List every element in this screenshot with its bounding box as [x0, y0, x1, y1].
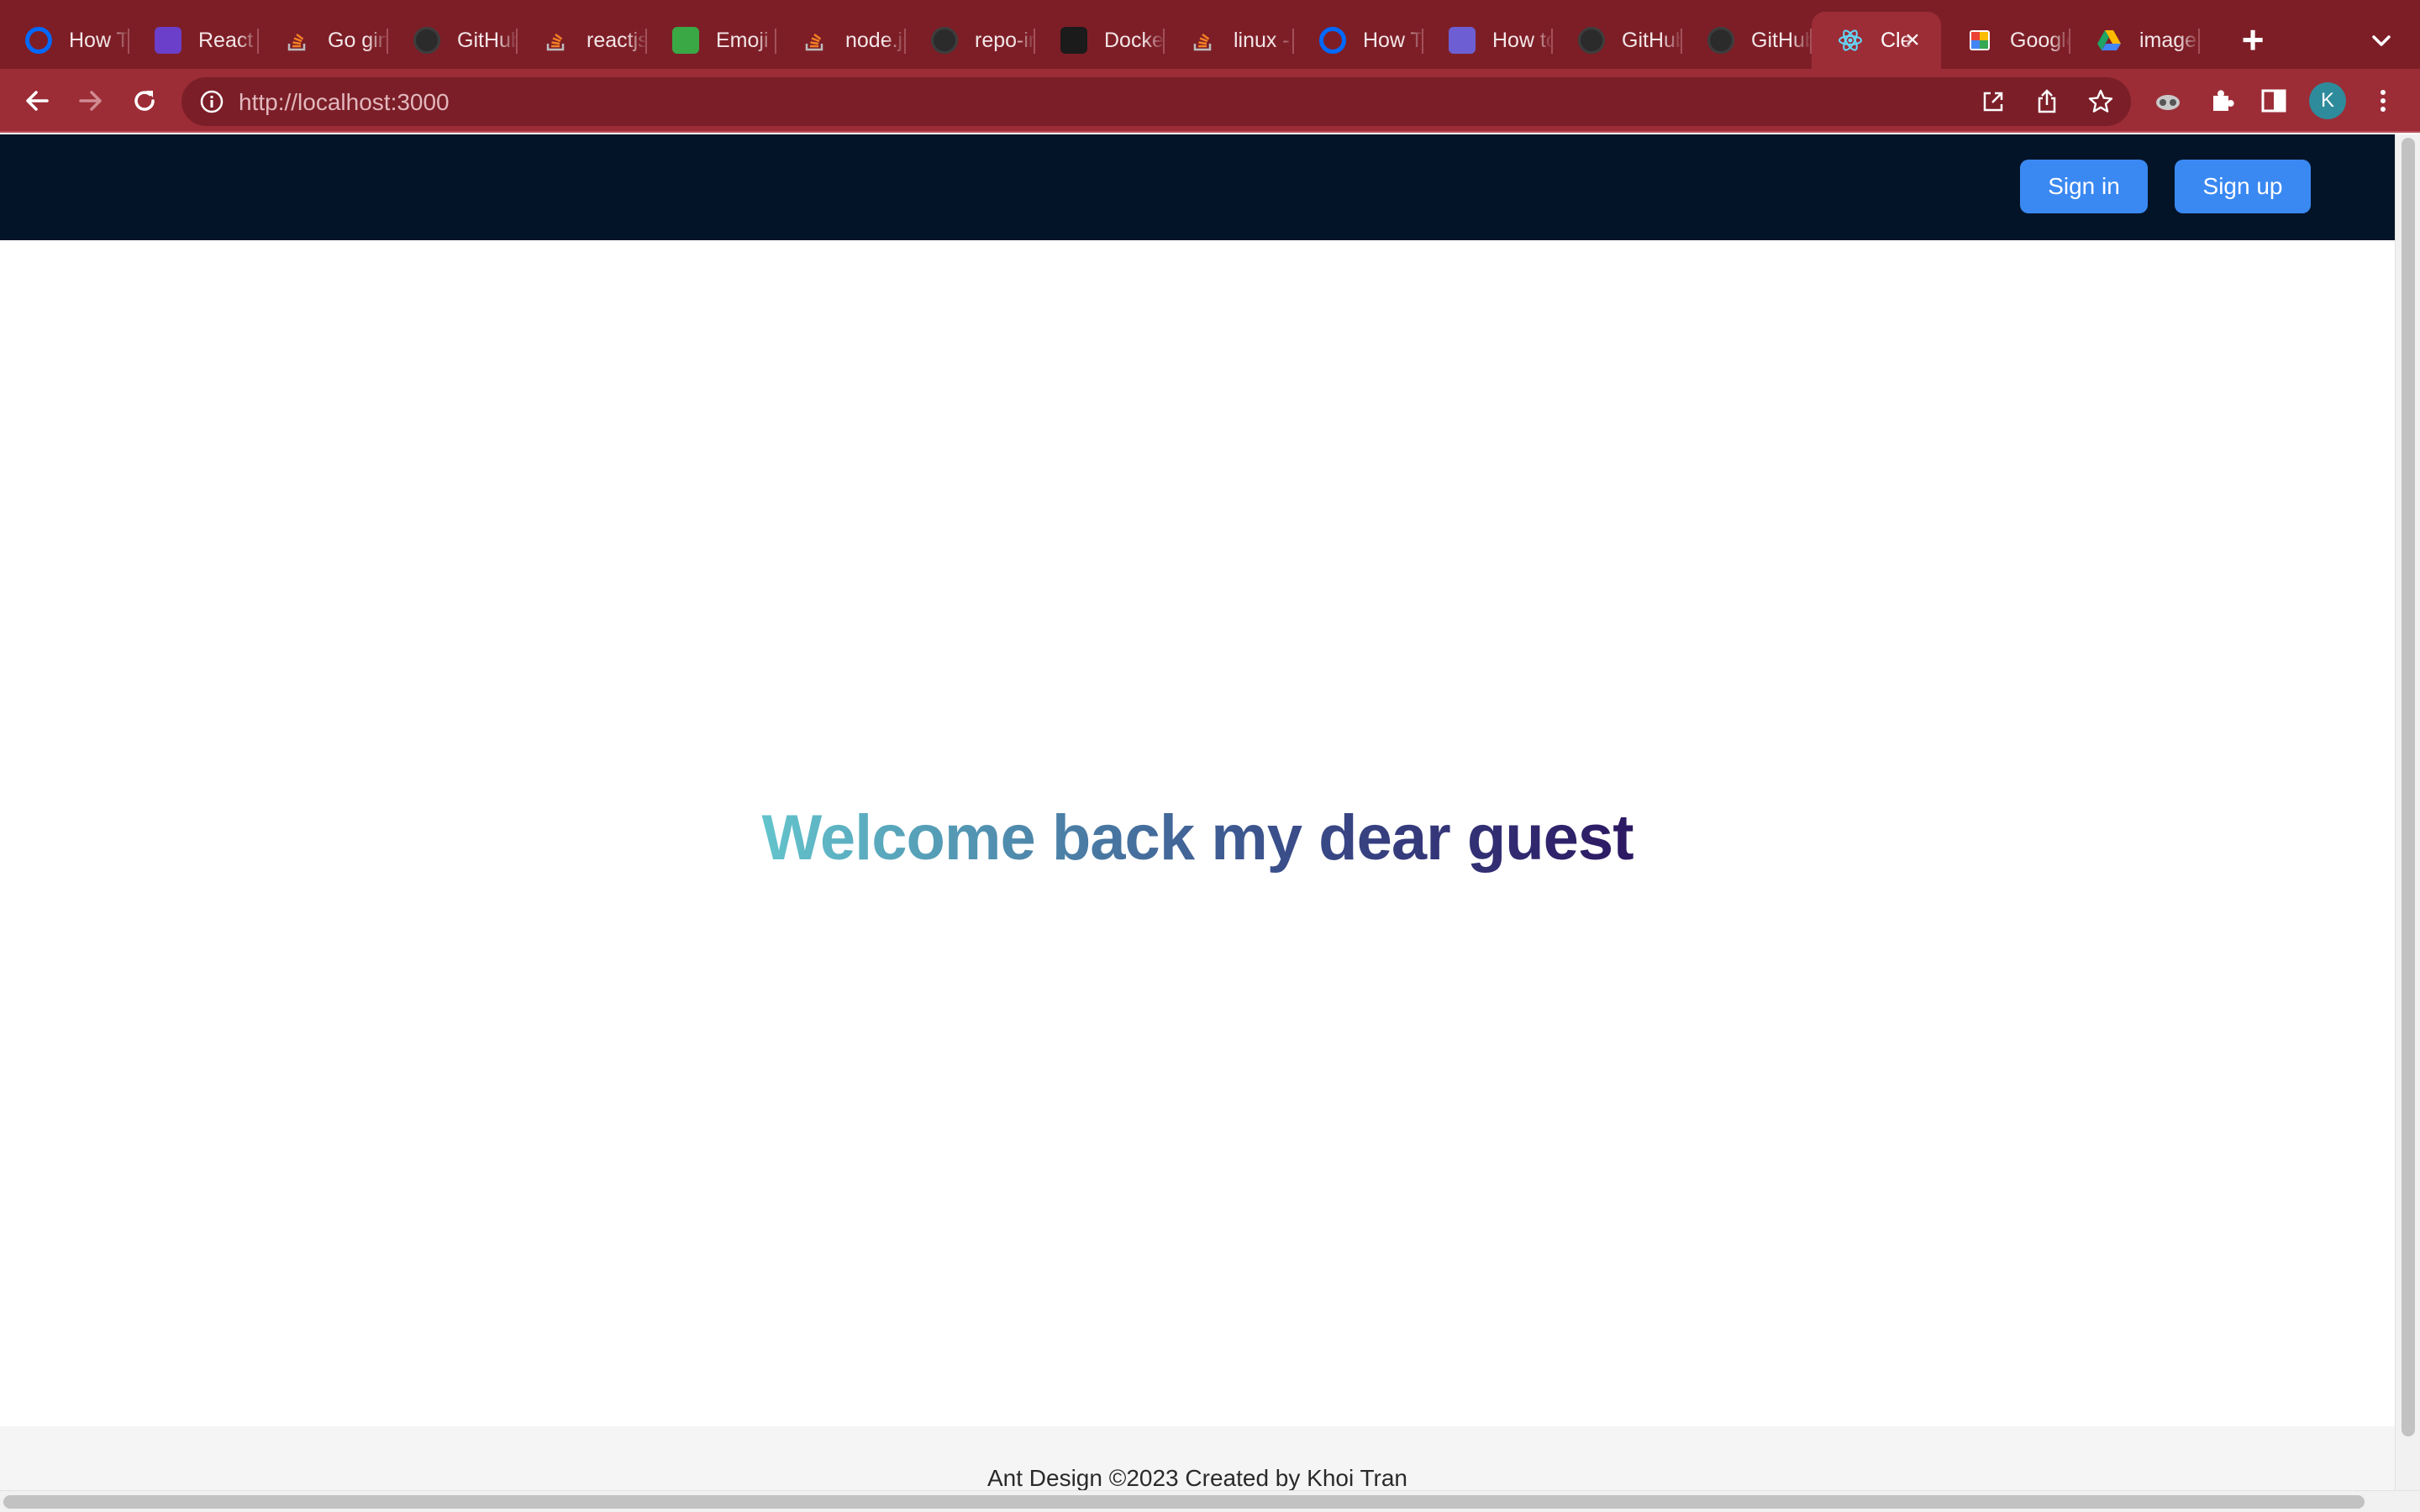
- tab-title: How To: [1363, 28, 1423, 52]
- stackoverflow-icon: [284, 27, 311, 54]
- browser-tab[interactable]: How to: [1423, 12, 1553, 69]
- browser-tab[interactable]: React: [129, 12, 259, 69]
- tab-title: GitHub: [1751, 28, 1812, 52]
- profile-avatar[interactable]: K: [2309, 82, 2346, 119]
- hexagon-app-icon: [1449, 27, 1476, 54]
- browser-tab[interactable]: linux -: [1165, 12, 1294, 69]
- vertical-scrollbar-thumb[interactable]: [2402, 138, 2415, 1436]
- tab-search-chevron-down-icon[interactable]: [2366, 25, 2396, 55]
- browser-tab[interactable]: GitHub: [1682, 12, 1812, 69]
- welcome-heading-text: Welcome back my dear guest: [761, 802, 1634, 874]
- tab-strip: How To React Go gin GitHub reactjs Emoji node.…: [0, 0, 2420, 69]
- site-info-icon[interactable]: [198, 88, 225, 115]
- tab-title: Go gin: [328, 28, 388, 52]
- tab-title: linux -: [1234, 28, 1290, 52]
- github-icon: [413, 27, 440, 54]
- browser-tab[interactable]: Go gin: [259, 12, 388, 69]
- stackoverflow-icon: [543, 27, 570, 54]
- footer-text: Ant Design ©2023 Created by Khoi Tran: [986, 1465, 1408, 1491]
- browser-toolbar: http://localhost:3000 K: [0, 69, 2420, 133]
- tab-title: React: [198, 28, 254, 52]
- tab-title: repo-in: [975, 28, 1035, 52]
- tab-title: Google: [2010, 28, 2070, 52]
- menu-kebab-icon[interactable]: [2365, 82, 2402, 119]
- github-icon: [931, 27, 958, 54]
- browser-tab[interactable]: How To: [0, 12, 129, 69]
- address-bar[interactable]: http://localhost:3000: [182, 77, 2131, 126]
- browser-tab[interactable]: GitHub: [1553, 12, 1682, 69]
- extension-mask-icon[interactable]: [2149, 82, 2186, 119]
- digitalocean-icon: [25, 27, 52, 54]
- browser-tab[interactable]: Cle ×: [1812, 12, 1941, 69]
- digitalocean-icon: [1319, 27, 1346, 54]
- tab-title: Docker: [1104, 28, 1165, 52]
- url-text: http://localhost:3000: [239, 89, 450, 115]
- browser-tab[interactable]: GitHub: [388, 12, 518, 69]
- tab-title: How To: [69, 28, 129, 52]
- browser-window: How To React Go gin GitHub reactjs Emoji node.…: [0, 0, 2420, 1512]
- back-arrow-icon[interactable]: [18, 82, 55, 119]
- horizontal-scrollbar-thumb[interactable]: [3, 1495, 2365, 1509]
- browser-tab[interactable]: repo-in: [906, 12, 1035, 69]
- google-drive-icon: [2096, 27, 2123, 54]
- reload-icon[interactable]: [126, 82, 163, 119]
- browser-tab[interactable]: How To: [1294, 12, 1423, 69]
- docker-doc-icon: [1060, 27, 1087, 54]
- open-in-app-icon[interactable]: [1980, 88, 2007, 115]
- browser-tab[interactable]: node.js: [776, 12, 906, 69]
- welcome-heading: Welcome back my dear guest: [0, 801, 2395, 874]
- browser-tab[interactable]: reactjs: [518, 12, 647, 69]
- forward-arrow-icon[interactable]: [72, 82, 109, 119]
- tab-title: Emoji: [716, 28, 769, 52]
- tab-title: reactjs: [587, 28, 647, 52]
- app-header: Sign in Sign up: [0, 134, 2395, 240]
- sign-up-button[interactable]: Sign up: [2175, 160, 2311, 213]
- google-photos-icon: [1966, 27, 1993, 54]
- side-panel-icon[interactable]: [2255, 82, 2292, 119]
- stackoverflow-icon: [1190, 27, 1217, 54]
- horizontal-scrollbar[interactable]: [0, 1490, 2420, 1512]
- rocket-app-icon: [155, 27, 182, 54]
- github-icon: [1578, 27, 1605, 54]
- share-icon[interactable]: [2033, 88, 2060, 115]
- tab-title: How to: [1492, 28, 1553, 52]
- extensions-puzzle-icon[interactable]: [2203, 82, 2240, 119]
- tab-close-icon[interactable]: ×: [1899, 27, 1926, 54]
- github-icon: [1707, 27, 1734, 54]
- browser-tab[interactable]: image: [2070, 12, 2200, 69]
- browser-tab[interactable]: Docker: [1035, 12, 1165, 69]
- main-content: Welcome back my dear guest: [0, 240, 2395, 1426]
- new-tab-button[interactable]: +: [2232, 18, 2274, 60]
- bookmark-star-icon[interactable]: [2087, 88, 2114, 115]
- tab-title: image: [2139, 28, 2197, 52]
- vertical-scrollbar[interactable]: [2395, 134, 2420, 1490]
- browser-tab[interactable]: Google: [1941, 12, 2070, 69]
- stackoverflow-icon: [802, 27, 829, 54]
- sign-in-button[interactable]: Sign in: [2020, 160, 2148, 213]
- react-icon: [1837, 27, 1864, 54]
- tab-title: GitHub: [1622, 28, 1682, 52]
- tab-separator: [2198, 29, 2200, 54]
- tab-title: GitHub: [457, 28, 518, 52]
- tab-title: node.js: [845, 28, 906, 52]
- browser-tab[interactable]: Emoji: [647, 12, 776, 69]
- emoji-app-icon: [672, 27, 699, 54]
